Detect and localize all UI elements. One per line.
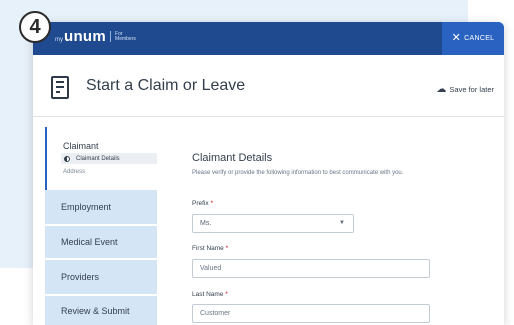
- logo-for-members: For Members: [115, 31, 136, 42]
- first-name-value: Valued: [200, 265, 222, 272]
- sidebar-item-label: Providers: [61, 272, 100, 282]
- required-mark: *: [225, 245, 229, 252]
- sidebar-subitem-claimant-details[interactable]: Claimant Details: [61, 153, 157, 164]
- logo-brand: unum: [64, 28, 107, 45]
- sidebar-item-medical-event[interactable]: Medical Event: [45, 224, 157, 258]
- sidebar-item-employment[interactable]: Employment: [45, 190, 157, 224]
- first-name-label-text: First Name: [192, 245, 224, 252]
- required-mark: *: [210, 200, 213, 207]
- page-title: Start a Claim or Leave: [86, 77, 246, 94]
- prefix-select[interactable]: Ms. ▼: [192, 214, 354, 233]
- first-name-label: First Name *: [192, 245, 228, 252]
- logo-members-text: Members: [115, 35, 136, 42]
- save-for-later-label: Save for later: [449, 85, 494, 94]
- sidebar-item-claimant[interactable]: Claimant Claimant Details Address: [45, 127, 157, 190]
- sidebar-item-label: Review & Submit: [61, 305, 130, 316]
- close-icon: ✕: [451, 32, 462, 44]
- section-description: Please verify or provide the following i…: [192, 170, 404, 176]
- section-title: Claimant Details: [192, 152, 273, 164]
- logo-my: my: [55, 37, 63, 43]
- sidebar-nav: Claimant Claimant Details Address Employ…: [45, 127, 157, 325]
- document-icon: [51, 76, 69, 99]
- last-name-label: Last Name *: [192, 291, 228, 298]
- half-circle-icon: [64, 155, 70, 162]
- top-bar: my unum For Members ✕ CANCEL: [33, 22, 504, 55]
- chevron-down-icon: ▼: [339, 220, 345, 226]
- prefix-label-text: Prefix: [192, 200, 209, 207]
- app-window: my unum For Members ✕ CANCEL Start a Cla…: [33, 22, 504, 325]
- last-name-value: Customer: [200, 310, 231, 317]
- step-number-badge: 4: [19, 11, 51, 43]
- required-mark: *: [225, 291, 228, 298]
- cancel-label: CANCEL: [464, 35, 495, 42]
- sidebar-subitem-label: Claimant Details: [76, 155, 120, 162]
- cloud-icon: ☁: [436, 84, 447, 95]
- prefix-label: Prefix *: [192, 200, 213, 207]
- sidebar-item-providers[interactable]: Providers: [45, 258, 157, 294]
- unum-logo[interactable]: my unum For Members: [55, 28, 136, 45]
- sidebar-item-review-submit[interactable]: Review & Submit: [45, 294, 157, 325]
- sidebar-subitem-address[interactable]: Address: [63, 169, 85, 175]
- page-header: Start a Claim or Leave ☁ Save for later: [33, 55, 504, 117]
- first-name-input[interactable]: Valued: [192, 259, 430, 278]
- logo-divider: [110, 31, 112, 42]
- last-name-label-text: Last Name: [192, 291, 224, 298]
- cancel-button[interactable]: ✕ CANCEL: [442, 22, 504, 55]
- prefix-value: Ms.: [200, 220, 212, 227]
- sidebar-item-label: Claimant: [63, 141, 99, 151]
- sidebar-item-label: Employment: [61, 202, 112, 212]
- save-for-later-button[interactable]: ☁ Save for later: [436, 84, 494, 95]
- last-name-input[interactable]: Customer: [192, 304, 430, 323]
- sidebar-item-label: Medical Event: [61, 237, 118, 247]
